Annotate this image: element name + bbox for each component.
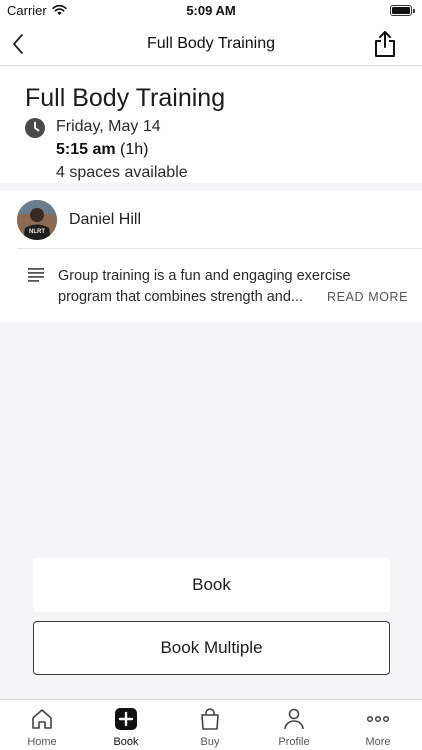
class-start-time: 5:15 am: [56, 141, 116, 158]
spaces-available: 4 spaces available: [56, 164, 188, 181]
person-icon: [284, 708, 304, 730]
nav-title: Full Body Training: [146, 35, 276, 52]
tab-bar: Home Book Buy Profile More: [0, 699, 422, 750]
tab-label: Profile: [278, 736, 310, 748]
clock-icon: [25, 118, 45, 138]
tab-home[interactable]: Home: [0, 700, 84, 750]
status-bar: Carrier 5:09 AM: [0, 0, 422, 22]
instructor-avatar[interactable]: NLRT: [17, 200, 57, 240]
book-multiple-button[interactable]: Book Multiple: [33, 621, 390, 675]
tab-more[interactable]: More: [336, 700, 420, 750]
instructor-name[interactable]: Daniel Hill: [69, 211, 141, 229]
navigation-bar: Full Body Training: [0, 22, 422, 66]
tab-label: Home: [27, 736, 57, 748]
avatar-shirt-text: NLRT: [29, 229, 45, 235]
class-header-card: Full Body Training Friday, May 14 5:15 a…: [0, 67, 422, 183]
class-time: 5:15 am (1h): [56, 141, 149, 159]
class-date: Friday, May 14: [56, 118, 161, 135]
class-title: Full Body Training: [25, 84, 226, 112]
divider: [17, 248, 422, 249]
avatar-image: NLRT: [17, 200, 57, 240]
tab-profile[interactable]: Profile: [252, 700, 336, 750]
tab-label: Book: [113, 736, 139, 748]
tab-label: Buy: [200, 736, 220, 748]
class-details-card: NLRT Daniel Hill Group training is a fun…: [0, 191, 422, 322]
read-more-link[interactable]: READ MORE: [327, 290, 408, 304]
battery-icon: [390, 5, 415, 16]
shopping-bag-icon: [201, 708, 219, 730]
class-duration: (1h): [120, 141, 149, 158]
status-time: 5:09 AM: [186, 3, 236, 18]
tab-label: More: [365, 736, 391, 748]
book-button[interactable]: Book: [33, 558, 390, 612]
home-icon: [32, 709, 52, 729]
tab-book[interactable]: Book: [84, 700, 168, 750]
class-description: Group training is a fun and engaging exe…: [58, 268, 351, 305]
ellipsis-icon: [366, 715, 390, 723]
share-icon[interactable]: [372, 30, 398, 58]
plus-square-icon: [115, 708, 137, 730]
tab-buy[interactable]: Buy: [168, 700, 252, 750]
text-lines-icon: [28, 268, 44, 282]
